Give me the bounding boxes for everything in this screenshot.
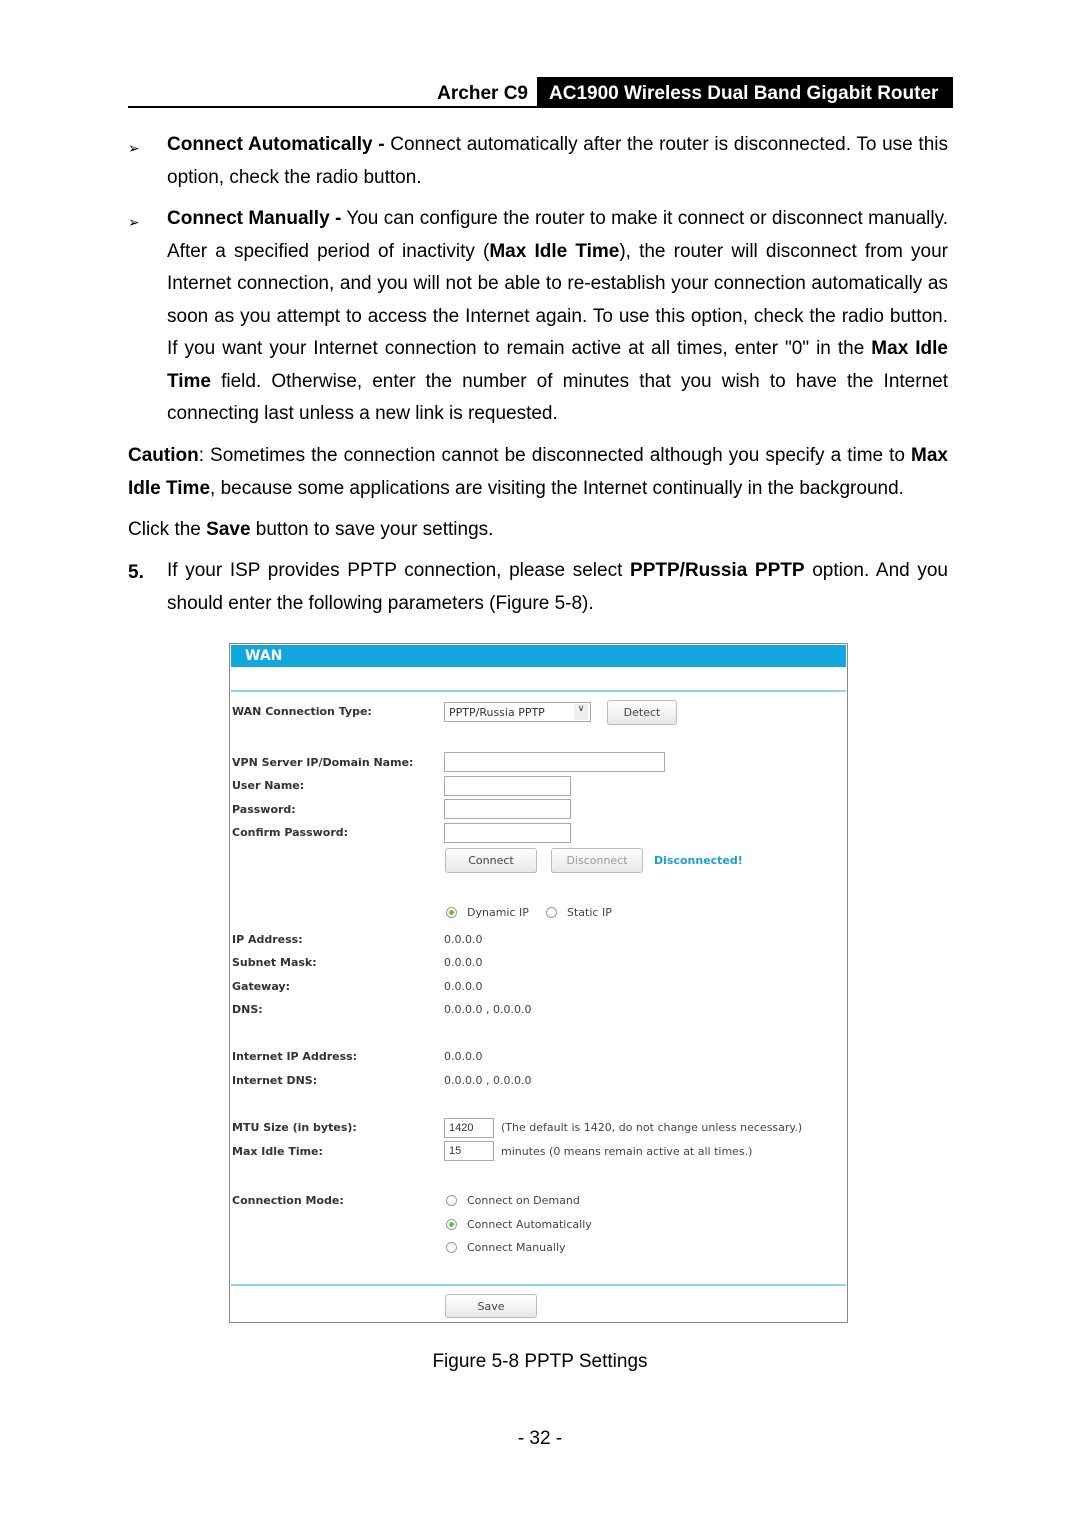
password-input[interactable] [444, 799, 571, 819]
internet-dns-label: Internet DNS: [232, 1074, 318, 1087]
internet-ip-label: Internet IP Address: [232, 1050, 358, 1063]
connect-automatically-label: Connect Automatically [467, 1218, 592, 1231]
connect-button[interactable]: Connect [445, 848, 537, 873]
model-name: Archer C9 [437, 83, 528, 104]
page-number: - 32 - [517, 1428, 563, 1449]
vpn-server-input[interactable] [444, 752, 665, 772]
connection-status: Disconnected! [654, 854, 743, 867]
vpn-server-label: VPN Server IP/Domain Name: [232, 756, 414, 769]
internet-dns-value: 0.0.0.0 , 0.0.0.0 [444, 1074, 532, 1087]
detect-button[interactable]: Detect [607, 700, 677, 725]
product-name: AC1900 Wireless Dual Band Gigabit Router [537, 77, 953, 106]
internet-ip-value: 0.0.0.0 [444, 1050, 483, 1063]
dynamic-ip-radio[interactable] [446, 907, 457, 918]
ip-address-value: 0.0.0.0 [444, 933, 483, 946]
save-button[interactable]: Save [445, 1294, 537, 1318]
figure-caption: Figure 5-8 PPTP Settings [432, 1351, 648, 1372]
user-name-input[interactable] [444, 776, 571, 796]
max-idle-time-hint: minutes (0 means remain active at all ti… [501, 1145, 753, 1158]
gateway-label: Gateway: [232, 980, 290, 993]
max-idle-time-label: Max Idle Time: [232, 1145, 323, 1158]
subnet-mask-label: Subnet Mask: [232, 956, 317, 969]
connect-manually-label: Connect Manually [467, 1241, 566, 1254]
divider [231, 690, 846, 692]
chevron-down-icon: ∨ [574, 704, 588, 720]
max-idle-time-input[interactable] [444, 1141, 494, 1161]
bullet-connect-automatically: Connect Automatically - Connect automati… [167, 134, 948, 188]
connect-on-demand-radio[interactable] [446, 1195, 457, 1206]
dns-label: DNS: [232, 1003, 263, 1016]
wan-title-bar: WAN [231, 645, 846, 667]
page-header: Archer C9 AC1900 Wireless Dual Band Giga… [128, 77, 953, 108]
user-name-label: User Name: [232, 779, 305, 792]
step-5-paragraph: If your ISP provides PPTP connection, pl… [167, 560, 949, 614]
mtu-size-input[interactable] [444, 1118, 494, 1138]
static-ip-radio[interactable] [546, 907, 557, 918]
arrow-bullet-icon: ➢ [128, 214, 140, 230]
mtu-hint: (The default is 1420, do not change unle… [501, 1121, 803, 1134]
connect-on-demand-label: Connect on Demand [467, 1194, 580, 1207]
gateway-value: 0.0.0.0 [444, 980, 483, 993]
arrow-bullet-icon: ➢ [128, 140, 140, 156]
dns-value: 0.0.0.0 , 0.0.0.0 [444, 1003, 532, 1016]
ip-address-label: IP Address: [232, 933, 303, 946]
password-label: Password: [232, 803, 296, 816]
subnet-mask-value: 0.0.0.0 [444, 956, 483, 969]
divider [231, 1284, 846, 1286]
wan-connection-type-label: WAN Connection Type: [232, 705, 372, 718]
caution-paragraph: Caution: Sometimes the connection cannot… [128, 445, 948, 499]
dynamic-ip-label: Dynamic IP [467, 906, 529, 919]
mtu-size-label: MTU Size (in bytes): [232, 1121, 357, 1134]
connect-manually-radio[interactable] [446, 1242, 457, 1253]
confirm-password-label: Confirm Password: [232, 826, 349, 839]
connection-mode-label: Connection Mode: [232, 1194, 344, 1207]
wan-connection-type-select[interactable]: PPTP/Russia PPTP ∨ [444, 702, 591, 722]
step-number: 5. [128, 562, 144, 583]
static-ip-label: Static IP [567, 906, 612, 919]
wan-settings-screenshot: WAN WAN Connection Type: PPTP/Russia PPT… [229, 643, 848, 1323]
confirm-password-input[interactable] [444, 823, 571, 843]
bullet-connect-manually: Connect Manually - You can configure the… [167, 208, 948, 424]
disconnect-button[interactable]: Disconnect [551, 848, 643, 873]
connect-automatically-radio[interactable] [446, 1219, 457, 1230]
save-note: Click the Save button to save your setti… [128, 519, 494, 540]
